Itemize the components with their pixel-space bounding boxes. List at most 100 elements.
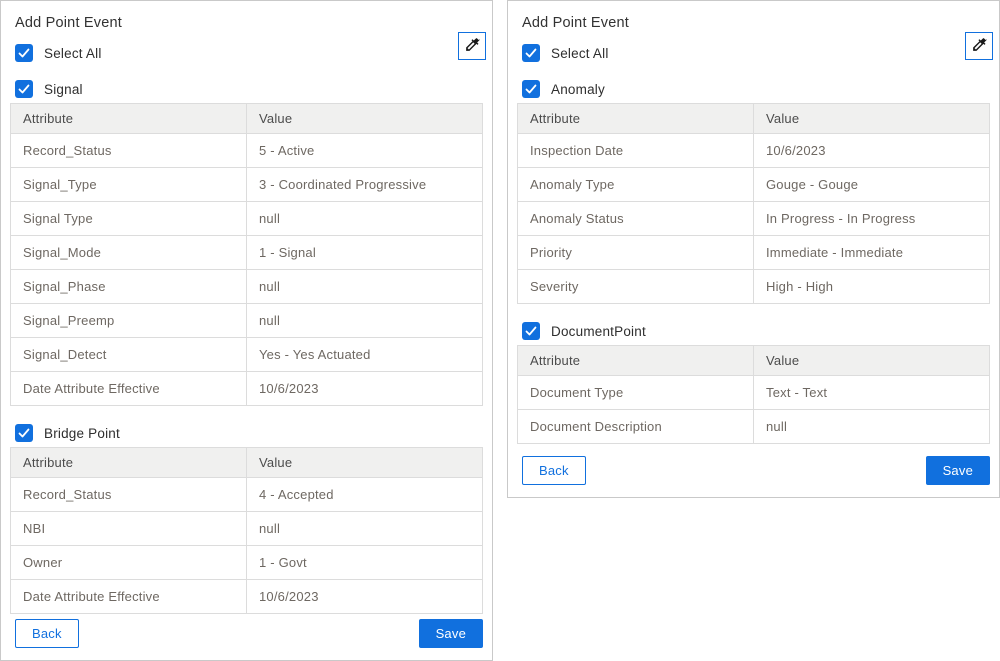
attribute-cell: Signal_Mode (11, 236, 247, 270)
table-header-row: Attribute Value (11, 448, 483, 478)
table-row: Signal_Mode1 - Signal (11, 236, 483, 270)
page-title: Add Point Event (15, 15, 483, 31)
value-cell: 5 - Active (247, 134, 483, 168)
attribute-cell: Document Description (518, 410, 754, 444)
attribute-cell: Inspection Date (518, 134, 754, 168)
documentpoint-attribute-table: Attribute Value Document TypeText - Text… (517, 345, 990, 444)
attribute-cell: Date Attribute Effective (11, 580, 247, 614)
attribute-column-header: Attribute (11, 448, 247, 478)
table-row: Anomaly StatusIn Progress - In Progress (518, 202, 990, 236)
section-label: DocumentPoint (551, 324, 646, 339)
table-row: SeverityHigh - High (518, 270, 990, 304)
value-cell: null (247, 202, 483, 236)
table-row: Signal_Phasenull (11, 270, 483, 304)
table-row: Signal_DetectYes - Yes Actuated (11, 338, 483, 372)
checkmark-icon (525, 47, 537, 59)
value-cell: Immediate - Immediate (754, 236, 990, 270)
table-row: Document TypeText - Text (518, 376, 990, 410)
checkmark-icon (525, 83, 537, 95)
add-point-event-panel-right: Add Point Event Select All Anomaly Attri… (507, 0, 1000, 498)
section-row-bridge-point: Bridge Point (15, 424, 483, 442)
eyedropper-icon (971, 36, 988, 56)
value-cell: null (247, 270, 483, 304)
attribute-cell: Severity (518, 270, 754, 304)
checkmark-icon (18, 47, 30, 59)
page: Add Point Event Select All Signal Attrib… (0, 0, 1000, 661)
attribute-cell: Document Type (518, 376, 754, 410)
attribute-cell: Record_Status (11, 134, 247, 168)
table-row: Owner1 - Govt (11, 546, 483, 580)
table-header-row: Attribute Value (518, 346, 990, 376)
table-row: Anomaly TypeGouge - Gouge (518, 168, 990, 202)
select-all-checkbox[interactable] (15, 44, 33, 62)
value-cell: Yes - Yes Actuated (247, 338, 483, 372)
value-cell: 1 - Signal (247, 236, 483, 270)
save-button[interactable]: Save (926, 456, 990, 485)
attribute-cell: Signal Type (11, 202, 247, 236)
value-cell: 4 - Accepted (247, 478, 483, 512)
select-all-checkbox[interactable] (522, 44, 540, 62)
anomaly-attribute-table: Attribute Value Inspection Date10/6/2023… (517, 103, 990, 304)
table-row: Record_Status4 - Accepted (11, 478, 483, 512)
eyedropper-icon (464, 36, 481, 56)
value-column-header: Value (247, 448, 483, 478)
section-label: Bridge Point (44, 426, 120, 441)
value-cell: 10/6/2023 (247, 372, 483, 406)
section-row-signal: Signal (15, 80, 483, 98)
attribute-cell: Record_Status (11, 478, 247, 512)
table-row: Signal_Preempnull (11, 304, 483, 338)
attribute-cell: Signal_Preemp (11, 304, 247, 338)
select-all-label: Select All (551, 46, 609, 61)
table-row: Date Attribute Effective10/6/2023 (11, 372, 483, 406)
attribute-cell: Signal_Detect (11, 338, 247, 372)
attribute-column-header: Attribute (518, 104, 754, 134)
save-button[interactable]: Save (419, 619, 483, 648)
back-button[interactable]: Back (15, 619, 79, 648)
attribute-cell: Priority (518, 236, 754, 270)
table-row: PriorityImmediate - Immediate (518, 236, 990, 270)
select-all-row: Select All (522, 44, 990, 62)
attribute-cell: Anomaly Status (518, 202, 754, 236)
attribute-cell: Signal_Type (11, 168, 247, 202)
add-point-event-panel-left: Add Point Event Select All Signal Attrib… (0, 0, 493, 661)
value-column-header: Value (754, 104, 990, 134)
eyedropper-button[interactable] (965, 32, 993, 60)
attribute-cell: NBI (11, 512, 247, 546)
back-button[interactable]: Back (522, 456, 586, 485)
value-cell: 10/6/2023 (247, 580, 483, 614)
section-row-anomaly: Anomaly (522, 80, 990, 98)
value-cell: Gouge - Gouge (754, 168, 990, 202)
table-row: Signal Typenull (11, 202, 483, 236)
checkmark-icon (18, 83, 30, 95)
select-all-label: Select All (44, 46, 102, 61)
checkmark-icon (525, 325, 537, 337)
section-label: Signal (44, 82, 83, 97)
table-row: NBInull (11, 512, 483, 546)
eyedropper-button[interactable] (458, 32, 486, 60)
attribute-cell: Owner (11, 546, 247, 580)
table-row: Date Attribute Effective10/6/2023 (11, 580, 483, 614)
bridge-point-checkbox[interactable] (15, 424, 33, 442)
documentpoint-checkbox[interactable] (522, 322, 540, 340)
anomaly-checkbox[interactable] (522, 80, 540, 98)
bridge-point-attribute-table: Attribute Value Record_Status4 - Accepte… (10, 447, 483, 614)
value-cell: null (247, 304, 483, 338)
value-cell: null (754, 410, 990, 444)
button-row: Back Save (522, 456, 990, 485)
attribute-cell: Anomaly Type (518, 168, 754, 202)
button-row: Back Save (15, 619, 483, 648)
table-row: Signal_Type3 - Coordinated Progressive (11, 168, 483, 202)
attribute-column-header: Attribute (11, 104, 247, 134)
attribute-cell: Date Attribute Effective (11, 372, 247, 406)
value-column-header: Value (754, 346, 990, 376)
value-cell: 1 - Govt (247, 546, 483, 580)
table-row: Document Descriptionnull (518, 410, 990, 444)
table-row: Record_Status5 - Active (11, 134, 483, 168)
signal-attribute-table: Attribute Value Record_Status5 - ActiveS… (10, 103, 483, 406)
value-cell: 10/6/2023 (754, 134, 990, 168)
value-cell: null (247, 512, 483, 546)
section-row-documentpoint: DocumentPoint (522, 322, 990, 340)
table-header-row: Attribute Value (11, 104, 483, 134)
section-label: Anomaly (551, 82, 605, 97)
signal-checkbox[interactable] (15, 80, 33, 98)
